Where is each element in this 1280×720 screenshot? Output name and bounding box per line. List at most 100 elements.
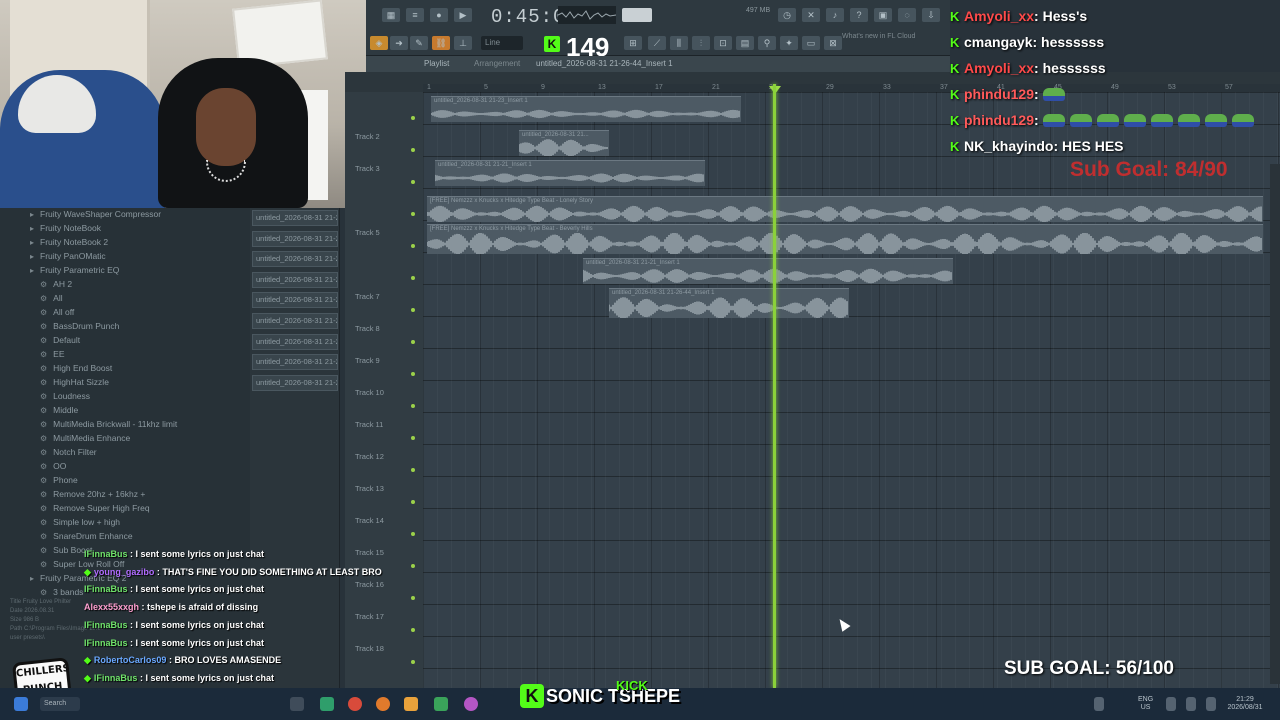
browser-item[interactable]: ▸ Fruity NoteBook 2 [30,237,108,247]
mixer-icon[interactable]: ⫼ [670,36,688,50]
audio-clip[interactable]: untitled_2026-08-31 21-23_Insert 1 [431,96,741,122]
arrow-icon[interactable]: ➜ [390,36,408,50]
audio-clip[interactable]: untitled_2026-08-31 21-21_Insert 1 [583,258,953,284]
wifi-icon[interactable] [1166,697,1176,711]
track-mute-led[interactable] [411,276,415,280]
browser-item[interactable]: ▸ Fruity PanOMatic [30,251,106,261]
track-header[interactable]: Track 15 [355,548,421,557]
task-view-icon[interactable] [290,697,304,711]
arrangement-label[interactable]: Arrangement [474,59,520,68]
link-icon[interactable]: ⛓ [432,36,450,50]
track-mute-led[interactable] [411,148,415,152]
browser-item[interactable]: ⚙ Remove Super High Freq [40,503,150,513]
brush-icon[interactable]: ✎ [410,36,428,50]
search-box[interactable]: Search [40,697,80,711]
track-header[interactable]: Track 10 [355,388,421,397]
picker-clip[interactable]: untitled_2026-08-31 21-2 [252,354,338,371]
track-header[interactable]: Track 5 [355,228,421,237]
track-mute-led[interactable] [411,436,415,440]
firefox-icon[interactable] [376,697,390,711]
language-indicator[interactable]: ENG US [1138,696,1153,712]
chat-username[interactable]: phindu129 [964,86,1034,102]
track-header[interactable]: Track 9 [355,356,421,365]
browser-item[interactable]: ▸ Fruity Parametric EQ [30,265,119,275]
picker-clip[interactable]: untitled_2026-08-31 21-2 [252,374,338,391]
clock[interactable]: 21:29 2026/08/31 [1224,696,1266,712]
track-header[interactable]: Track 17 [355,612,421,621]
step-icon[interactable]: ⊞ [624,36,642,50]
browser-item[interactable]: ⚙ High End Boost [40,363,112,373]
picker-clip[interactable]: untitled_2026-08-31 21-2 [252,333,338,350]
audio-clip[interactable]: untitled_2026-08-31 21... [519,130,609,156]
chat-username[interactable]: NK_khayindo [964,138,1053,154]
track-header[interactable]: Track 7 [355,292,421,301]
track-header[interactable]: Track 3 [355,164,421,173]
track-mute-led[interactable] [411,212,415,216]
fl-studio-icon[interactable] [404,697,418,711]
news-panel[interactable]: What's new in FL Cloud [842,32,922,41]
track-header[interactable]: Track 13 [355,484,421,493]
browser-item[interactable]: ⚙ All off [40,307,74,317]
help-icon[interactable]: ? [850,8,868,22]
track-mute-led[interactable] [411,404,415,408]
track-mute-led[interactable] [411,244,415,248]
picker-clip[interactable]: untitled_2026-08-31 21-26 [252,210,338,226]
track-mute-led[interactable] [411,596,415,600]
track-mute-led[interactable] [411,628,415,632]
browser-item[interactable]: ⚙ Notch Filter [40,447,97,457]
track-mute-led[interactable] [411,180,415,184]
track-header[interactable]: Track 18 [355,644,421,653]
browser-item[interactable]: ⚙ Phone [40,475,78,485]
master-volume-slider[interactable] [622,8,652,22]
track-header[interactable]: Track 14 [355,516,421,525]
track-mute-led[interactable] [411,500,415,504]
track-header[interactable]: Track 8 [355,324,421,333]
track-mute-led[interactable] [411,660,415,664]
stamp-icon[interactable]: ⊥ [454,36,472,50]
snap-mode-select[interactable]: Line [481,36,523,50]
app-icon-1[interactable] [320,697,334,711]
browser-item[interactable]: ⚙ Default [40,335,80,345]
playlist-scrollbar[interactable] [1270,164,1280,684]
track-mute-led[interactable] [411,116,415,120]
metronome-icon[interactable]: ◷ [778,8,796,22]
export-icon[interactable]: ⊠ [824,36,842,50]
chat-username[interactable]: IFinnaBus [84,584,128,594]
browser-item[interactable]: ⚙ EE [40,349,65,359]
browser-item[interactable]: ⚙ Simple low + high [40,517,120,527]
picker-clip[interactable]: untitled_2026-08-31 21-2 [252,230,338,247]
chat-username[interactable]: IFinnaBus [84,638,128,648]
track-mute-led[interactable] [411,340,415,344]
graph-icon[interactable]: ⟋ [648,36,666,50]
track-header[interactable]: Track 12 [355,452,421,461]
browser-icon[interactable]: ▤ [736,36,754,50]
channel-rack-icon[interactable]: ⊡ [714,36,732,50]
audio-clip[interactable]: [FREE] Nemzzz x Knucks x Hitedge Type Be… [427,196,1263,222]
track-mute-led[interactable] [411,564,415,568]
track-header[interactable]: Track 11 [355,420,421,429]
browser-item[interactable]: ▸ Fruity NoteBook [30,223,101,233]
plugin-icon[interactable]: ⚲ [758,36,776,50]
audio-clip[interactable]: [FREE] Nemzzz x Knucks x Hitedge Type Be… [427,224,1263,254]
track-header[interactable]: Track 16 [355,580,421,589]
chat-username[interactable]: young_gazibo [94,567,155,577]
save-icon[interactable]: ▣ [874,8,892,22]
audio-clip[interactable]: untitled_2026-08-31 21-21_Insert 1 [435,160,705,186]
browser-item[interactable]: ⚙ BassDrum Punch [40,321,119,331]
pattern-icon[interactable]: ▦ [382,8,400,22]
excel-icon[interactable] [434,697,448,711]
picker-clip[interactable]: untitled_2026-08-31 21-2 [252,292,338,309]
mic-icon[interactable]: ♪ [826,8,844,22]
track-mute-led[interactable] [411,532,415,536]
tools-icon[interactable]: ✦ [780,36,798,50]
piano-roll-icon[interactable]: ⫶ [692,36,710,50]
song-icon[interactable]: ≡ [406,8,424,22]
picker-clip[interactable]: untitled_2026-08-31 21-2 [252,313,338,329]
browser-item[interactable]: ▸ Fruity WaveShaper Compressor [30,209,161,219]
picker-clip[interactable]: untitled_2026-08-31 21-2 [252,271,338,288]
video-icon[interactable]: ▭ [802,36,820,50]
playhead[interactable] [773,84,776,688]
network-icon[interactable] [1094,697,1104,711]
browser-item[interactable]: ⚙ Loudness [40,391,90,401]
audio-clip[interactable]: untitled_2026-08-31 21-26-44_Insert 1 [609,288,849,318]
